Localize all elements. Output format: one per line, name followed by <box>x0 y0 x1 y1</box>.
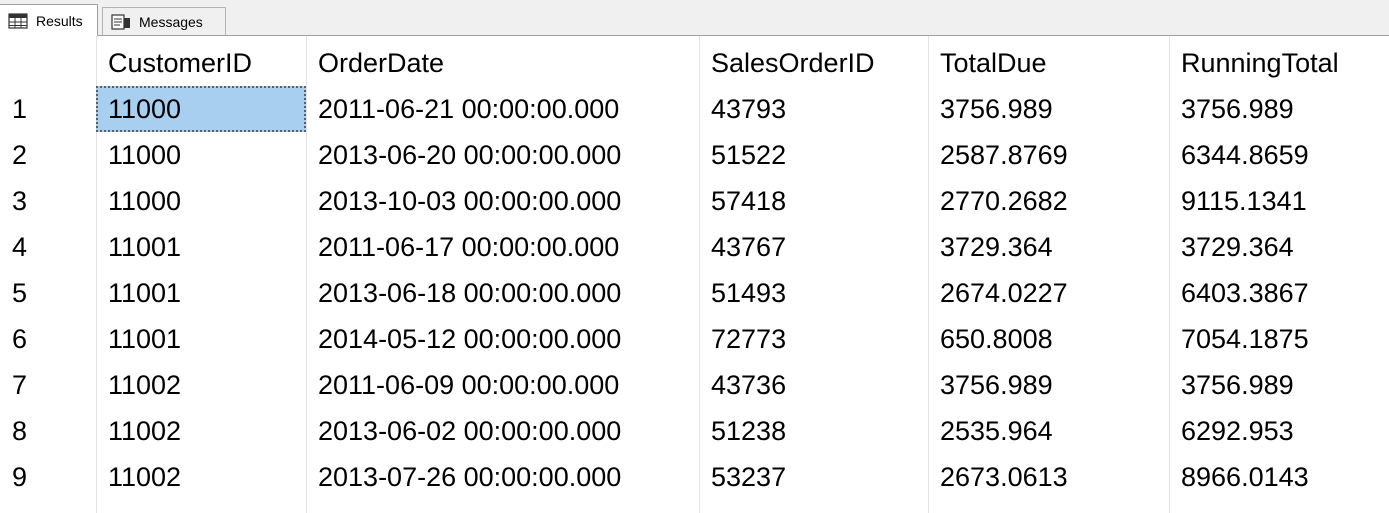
table-cell[interactable]: 9115.1341 <box>1169 178 1389 224</box>
table-cell[interactable]: 6292.953 <box>1169 408 1389 454</box>
table-cell[interactable]: 2013-07-26 00:00:00.000 <box>306 454 699 500</box>
table-cell[interactable]: 2013-06-20 00:00:00.000 <box>306 132 699 178</box>
table-cell[interactable]: 3729.364 <box>1169 224 1389 270</box>
results-tab-bar: Results Messages <box>0 0 1389 36</box>
table-row[interactable]: 3 11000 2013-10-03 00:00:00.000 57418 27… <box>0 178 1389 224</box>
column-header-runningtotal[interactable]: RunningTotal <box>1169 40 1389 86</box>
table-cell[interactable]: 11000 <box>96 178 306 224</box>
table-cell[interactable]: 11001 <box>96 224 306 270</box>
table-cell[interactable]: 72773 <box>699 316 928 362</box>
tab-messages[interactable]: Messages <box>102 7 226 35</box>
table-cell[interactable]: 11001 <box>96 316 306 362</box>
table-cell[interactable]: 2673.0613 <box>928 454 1169 500</box>
table-cell[interactable]: 3756.989 <box>1169 86 1389 132</box>
table-row[interactable]: 9 11002 2013-07-26 00:00:00.000 53237 26… <box>0 454 1389 500</box>
table-cell[interactable]: 11001 <box>96 270 306 316</box>
table-cell[interactable]: 2014-05-12 00:00:00.000 <box>306 316 699 362</box>
table-cell[interactable]: 57418 <box>699 178 928 224</box>
table-cell[interactable]: 11002 <box>96 454 306 500</box>
table-cell[interactable]: 2011-06-17 00:00:00.000 <box>306 224 699 270</box>
table-cell[interactable]: 650.8008 <box>928 316 1169 362</box>
grid-icon <box>8 12 28 29</box>
table-cell[interactable]: 51522 <box>699 132 928 178</box>
table-cell[interactable]: 53237 <box>699 454 928 500</box>
table-cell[interactable]: 3756.989 <box>928 86 1169 132</box>
row-number[interactable]: 8 <box>0 408 96 454</box>
table-cell[interactable]: 3756.989 <box>928 362 1169 408</box>
column-header-customerid[interactable]: CustomerID <box>96 40 306 86</box>
table-cell[interactable]: 6344.8659 <box>1169 132 1389 178</box>
column-header-salesorderid[interactable]: SalesOrderID <box>699 40 928 86</box>
table-cell[interactable]: 2013-10-03 00:00:00.000 <box>306 178 699 224</box>
row-number[interactable]: 7 <box>0 362 96 408</box>
table-cell[interactable]: 2587.8769 <box>928 132 1169 178</box>
table-cell[interactable]: 2674.0227 <box>928 270 1169 316</box>
table-cell[interactable]: 2013-06-18 00:00:00.000 <box>306 270 699 316</box>
table-cell[interactable]: 51493 <box>699 270 928 316</box>
table-cell[interactable]: 43767 <box>699 224 928 270</box>
table-cell[interactable]: 7054.1875 <box>1169 316 1389 362</box>
header-row: CustomerID OrderDate SalesOrderID TotalD… <box>0 40 1389 86</box>
column-header-orderdate[interactable]: OrderDate <box>306 40 699 86</box>
table-cell[interactable]: 2535.964 <box>928 408 1169 454</box>
tab-results[interactable]: Results <box>0 4 98 36</box>
table-cell[interactable]: 11002 <box>96 362 306 408</box>
row-number[interactable]: 4 <box>0 224 96 270</box>
table-cell[interactable]: 6403.3867 <box>1169 270 1389 316</box>
row-number[interactable]: 1 <box>0 86 96 132</box>
row-number[interactable]: 6 <box>0 316 96 362</box>
table-row[interactable]: 8 11002 2013-06-02 00:00:00.000 51238 25… <box>0 408 1389 454</box>
tab-messages-label: Messages <box>139 13 203 30</box>
table-cell[interactable]: 43793 <box>699 86 928 132</box>
table-cell[interactable]: 2770.2682 <box>928 178 1169 224</box>
row-number[interactable]: 9 <box>0 454 96 500</box>
row-number[interactable]: 2 <box>0 132 96 178</box>
table-cell[interactable]: 43736 <box>699 362 928 408</box>
table-cell[interactable]: 11000 <box>96 132 306 178</box>
table-row[interactable]: 6 11001 2014-05-12 00:00:00.000 72773 65… <box>0 316 1389 362</box>
table-row[interactable]: 4 11001 2011-06-17 00:00:00.000 43767 37… <box>0 224 1389 270</box>
table-cell[interactable]: 51238 <box>699 408 928 454</box>
results-grid[interactable]: CustomerID OrderDate SalesOrderID TotalD… <box>0 36 1389 513</box>
table-cell[interactable]: 2011-06-09 00:00:00.000 <box>306 362 699 408</box>
table-cell-selected[interactable]: 11000 <box>96 86 306 132</box>
table-row[interactable]: 5 11001 2013-06-18 00:00:00.000 51493 26… <box>0 270 1389 316</box>
messages-icon <box>111 13 131 30</box>
row-number[interactable]: 3 <box>0 178 96 224</box>
table-cell[interactable]: 2013-06-02 00:00:00.000 <box>306 408 699 454</box>
table-cell[interactable]: 2011-06-21 00:00:00.000 <box>306 86 699 132</box>
table-row[interactable]: 7 11002 2011-06-09 00:00:00.000 43736 37… <box>0 362 1389 408</box>
row-number[interactable]: 5 <box>0 270 96 316</box>
column-header-totaldue[interactable]: TotalDue <box>928 40 1169 86</box>
table-row[interactable]: 1 11000 2011-06-21 00:00:00.000 43793 37… <box>0 86 1389 132</box>
table-row[interactable]: 2 11000 2013-06-20 00:00:00.000 51522 25… <box>0 132 1389 178</box>
tab-results-label: Results <box>36 12 83 29</box>
table-cell[interactable]: 3756.989 <box>1169 362 1389 408</box>
table-cell[interactable]: 8966.0143 <box>1169 454 1389 500</box>
table-cell[interactable]: 3729.364 <box>928 224 1169 270</box>
table-cell[interactable]: 11002 <box>96 408 306 454</box>
